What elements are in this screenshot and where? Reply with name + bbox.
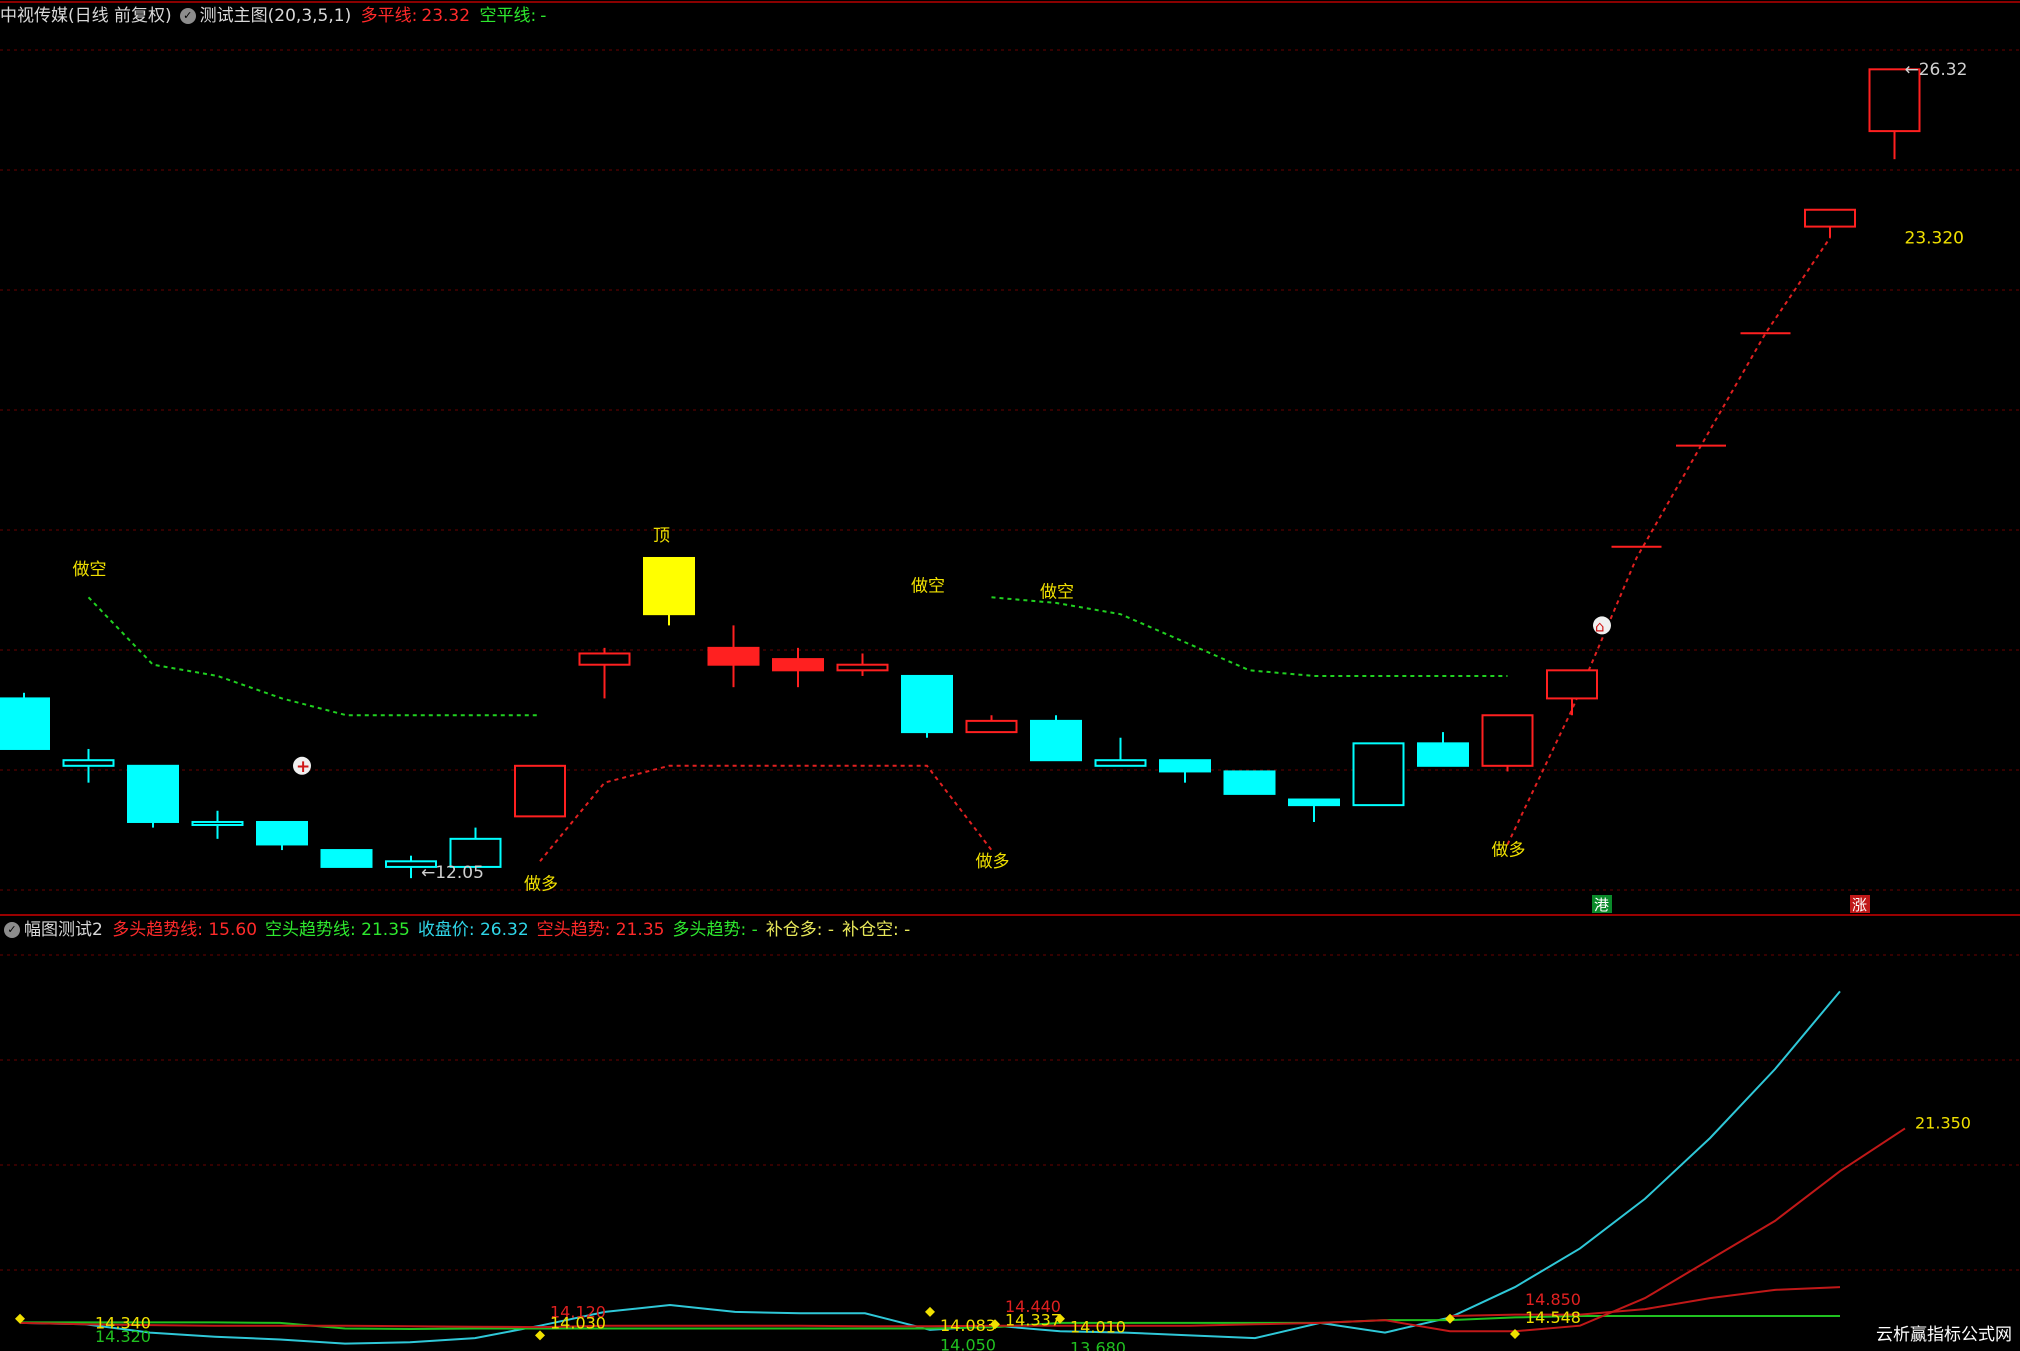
candle-body [836, 663, 889, 672]
price-label: 23.320 [1905, 228, 1964, 248]
series-line [19, 1127, 1906, 1333]
plus-icon-glyph: + [296, 757, 310, 777]
candle-body [1288, 798, 1340, 807]
signal-label: 做空 [1040, 582, 1074, 602]
candle-body [578, 652, 631, 666]
signal-label: 做多 [524, 874, 558, 894]
price-label: ←12.05 [421, 863, 484, 883]
signal-label: 做多 [1492, 841, 1526, 861]
candle-body [1159, 759, 1211, 773]
candle-body [901, 674, 953, 734]
watermark: 云析赢指标公式网 [1876, 1325, 2012, 1345]
candle-body [643, 556, 695, 616]
candle-body [1223, 770, 1276, 795]
candle-body [1804, 208, 1856, 228]
signal-label: 做空 [911, 577, 945, 597]
candle-body [707, 646, 760, 666]
signal-dot [925, 1306, 935, 1317]
value-label: 14.850 [1525, 1290, 1581, 1309]
candle-body [965, 719, 1018, 734]
candle-body [1094, 759, 1147, 767]
signal-label: 顶 [653, 526, 670, 546]
candle-body [1352, 742, 1405, 807]
candle-body [1481, 714, 1534, 767]
value-label: 21.350 [1915, 1113, 1971, 1132]
candle-body [256, 820, 308, 846]
signal-dot [535, 1330, 545, 1341]
house-icon-glyph: ⌂ [1595, 617, 1605, 635]
value-label: 14.030 [550, 1313, 606, 1332]
value-label: 14.083 [940, 1316, 996, 1335]
candle-body [191, 820, 244, 826]
marker-label: 港 [1594, 896, 1609, 914]
price-chart[interactable]: 做空顶做空 做空做多做多做多←12.05←26.3223.320+⌂港 涨14.34… [0, 0, 2020, 1351]
candle-body [320, 849, 373, 868]
signal-label: 做空 [73, 560, 107, 580]
value-label: 14.320 [95, 1327, 151, 1346]
candle-body [127, 764, 179, 823]
signal-label: 做多 [976, 852, 1010, 872]
value-label: 14.548 [1525, 1308, 1581, 1327]
candle-body [62, 759, 115, 767]
candle-body [514, 764, 566, 818]
value-label: 13.680 [1070, 1338, 1126, 1351]
marker-label: 涨 [1852, 896, 1867, 914]
candle-body [1030, 719, 1082, 762]
candle-body [1546, 669, 1598, 700]
value-label: 14.440 [1005, 1297, 1061, 1316]
candle-body [1417, 742, 1469, 767]
value-label: 14.010 [1070, 1318, 1126, 1337]
series-line [1449, 1286, 1841, 1318]
price-label: ←26.32 [1905, 60, 1968, 80]
candle-body [772, 658, 824, 672]
value-label: 14.050 [940, 1336, 996, 1351]
candle-body [0, 697, 50, 750]
